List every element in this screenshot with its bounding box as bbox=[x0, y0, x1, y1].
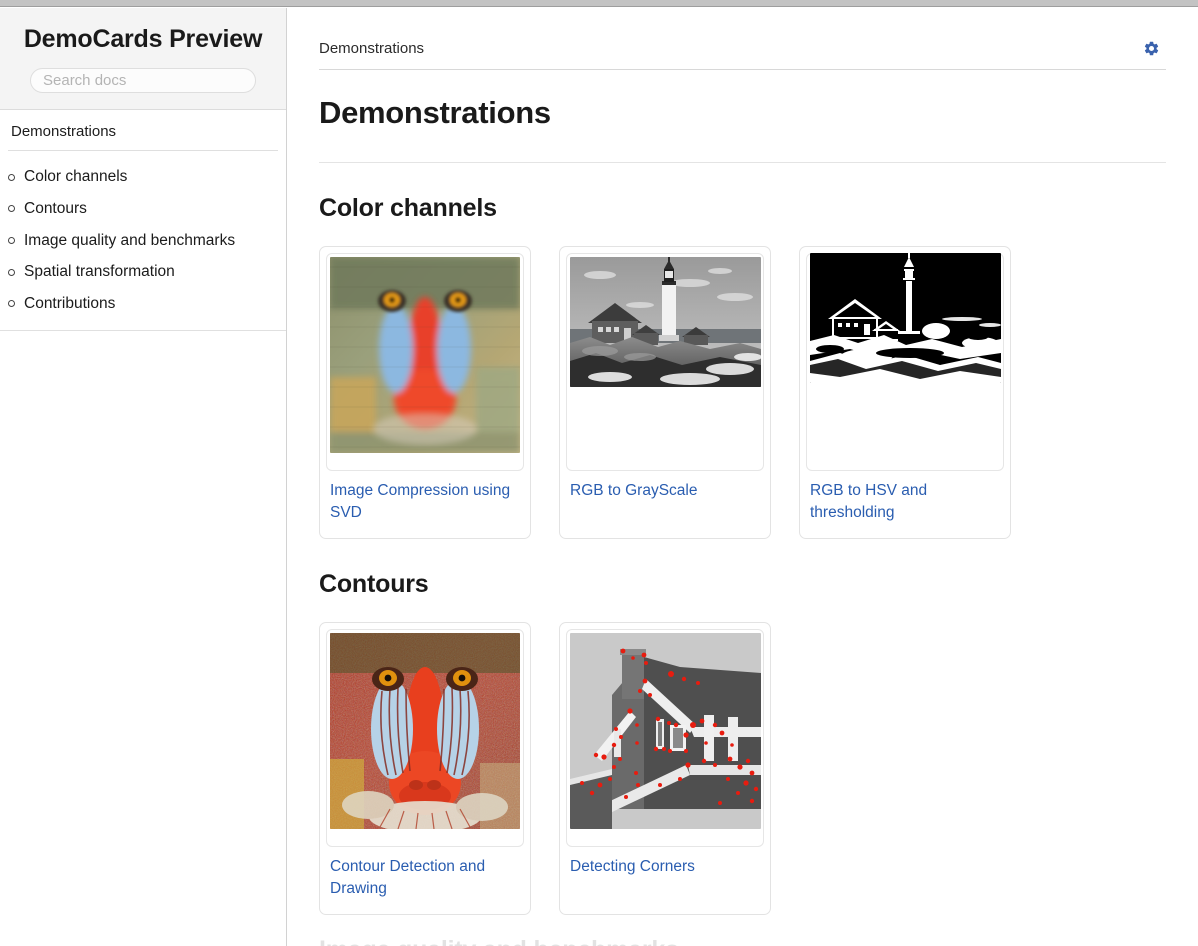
site-title: DemoCards Preview bbox=[23, 25, 263, 53]
search-input[interactable] bbox=[30, 68, 256, 94]
circle-bullet-icon bbox=[8, 300, 15, 308]
card-grid: Contour Detection and Drawing Detecting … bbox=[319, 622, 1166, 916]
sidebar-item-spatial-transformation[interactable]: Spatial transformation bbox=[0, 256, 286, 288]
circle-bullet-icon bbox=[8, 173, 15, 181]
card-caption[interactable]: RGB to GrayScale bbox=[566, 471, 764, 512]
demo-card-rgb-to-grayscale[interactable]: RGB to GrayScale bbox=[559, 246, 771, 539]
sidebar-item-contours[interactable]: Contours bbox=[0, 193, 286, 225]
sidebar-item-label: Spatial transformation bbox=[24, 263, 175, 281]
card-image-container bbox=[326, 253, 524, 471]
breadcrumb[interactable]: Demonstrations bbox=[319, 40, 424, 57]
sidebar-item-label: Contours bbox=[24, 199, 87, 217]
circle-bullet-icon bbox=[8, 236, 15, 244]
card-caption[interactable]: Image Compression using SVD bbox=[326, 471, 524, 534]
top-bar: Demonstrations bbox=[319, 8, 1166, 69]
circle-bullet-icon bbox=[8, 205, 15, 213]
card-image-container bbox=[326, 629, 524, 848]
section-heading: Color channels bbox=[319, 193, 497, 222]
thumbnail-mandrill-contours bbox=[330, 633, 520, 830]
clipped-section-heading: Image quality and benchmarks bbox=[319, 936, 679, 946]
thumbnail-mandrill-blurred-svd bbox=[330, 257, 520, 453]
page-title: Demonstrations bbox=[319, 95, 551, 130]
card-caption[interactable]: Contour Detection and Drawing bbox=[326, 847, 524, 910]
page-root: DemoCards Preview Demonstrations Color c… bbox=[0, 8, 1198, 946]
sidebar-item-color-channels[interactable]: Color channels bbox=[0, 161, 286, 193]
sidebar-item-label: Color channels bbox=[24, 168, 128, 186]
section-heading: Contours bbox=[319, 570, 429, 598]
sidebar: DemoCards Preview Demonstrations Color c… bbox=[0, 8, 287, 946]
card-caption[interactable]: Detecting Corners bbox=[566, 847, 764, 888]
sidebar-item-contributions[interactable]: Contributions bbox=[0, 288, 286, 320]
section-contours: Contours Contour Detection and Drawing D… bbox=[319, 569, 1166, 916]
card-image-container bbox=[566, 253, 764, 471]
thumbnail-lighthouse-threshold-binary bbox=[809, 253, 1001, 383]
thumbnail-house-corners-detected bbox=[569, 633, 761, 830]
thumbnail-lighthouse-grayscale bbox=[569, 257, 761, 387]
card-image-container bbox=[566, 629, 764, 848]
demo-card-detecting-corners[interactable]: Detecting Corners bbox=[559, 622, 771, 916]
sidebar-nav-list: Color channels Contours Image quality an… bbox=[0, 151, 286, 331]
demo-card-rgb-to-hsv-and-thresholding[interactable]: RGB to HSV and thresholding bbox=[799, 246, 1011, 539]
gear-icon[interactable] bbox=[1143, 40, 1166, 57]
topbar-divider bbox=[319, 69, 1166, 70]
card-image-container bbox=[806, 253, 1004, 471]
card-grid: Image Compression using SVD RGB to GrayS… bbox=[319, 246, 1166, 539]
demo-card-contour-detection-and-drawing[interactable]: Contour Detection and Drawing bbox=[319, 622, 531, 916]
nav-section-title: Demonstrations bbox=[8, 110, 278, 152]
demo-card-image-compression-using-svd[interactable]: Image Compression using SVD bbox=[319, 246, 531, 539]
section-color-channels: Color channels Image Compression using S… bbox=[319, 193, 1166, 539]
card-caption[interactable]: RGB to HSV and thresholding bbox=[806, 471, 1004, 534]
window-chrome-bar bbox=[0, 0, 1198, 7]
circle-bullet-icon bbox=[8, 268, 15, 276]
page-title-divider bbox=[319, 161, 1166, 163]
sidebar-item-image-quality-and-benchmarks[interactable]: Image quality and benchmarks bbox=[0, 225, 286, 257]
main-content: Demonstrations Demonstrations Color chan… bbox=[287, 8, 1198, 946]
sidebar-item-label: Contributions bbox=[24, 295, 116, 312]
sidebar-header: DemoCards Preview bbox=[0, 8, 286, 111]
sidebar-item-label: Image quality and benchmarks bbox=[24, 231, 236, 249]
